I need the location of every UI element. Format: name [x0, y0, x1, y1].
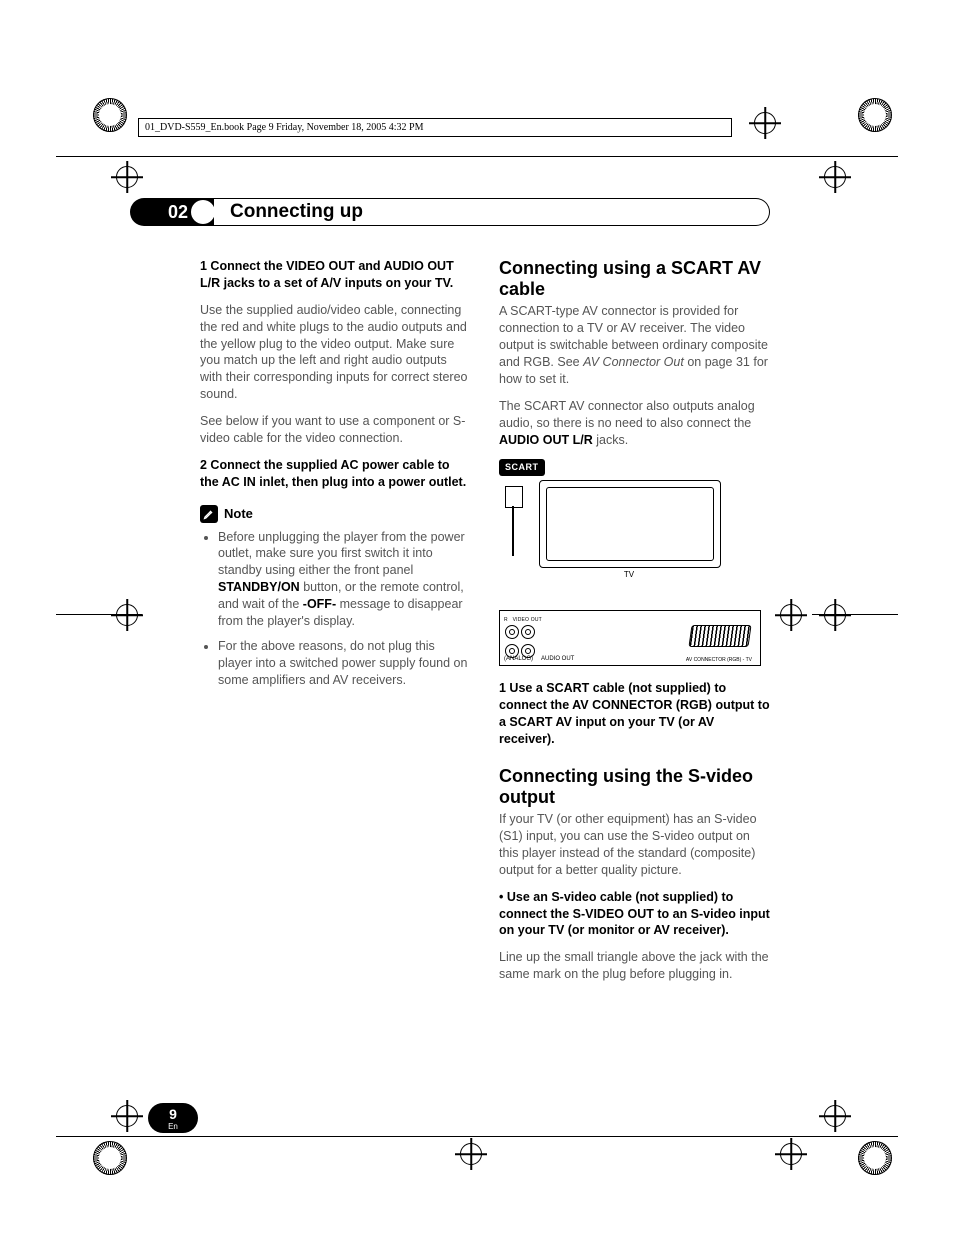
crop-mark-icon — [116, 1105, 138, 1127]
list-item: For the above reasons, do not plug this … — [218, 638, 471, 689]
note1-part-a: Before unplugging the player from the po… — [218, 530, 465, 578]
scart-p2b: jacks. — [593, 433, 628, 447]
chapter-header: 02 Connecting up — [130, 198, 770, 226]
crop-mark-icon — [754, 112, 776, 134]
crop-line — [56, 614, 142, 615]
crop-mark-icon — [116, 166, 138, 188]
scart-p1-em: AV Connector Out — [583, 355, 684, 369]
crop-mark-icon — [116, 604, 138, 626]
svideo-heading: Connecting using the S-video output — [499, 766, 770, 807]
crop-line — [56, 1136, 898, 1137]
chapter-title-wrap: Connecting up — [200, 198, 770, 226]
note1-strong1: STANDBY/ON — [218, 580, 300, 594]
svideo-p2: Line up the small triangle above the jac… — [499, 949, 770, 983]
svideo-bullet: • Use an S-video cable (not supplied) to… — [499, 889, 770, 940]
step1-heading: 1 Connect the VIDEO OUT and AUDIO OUT L/… — [200, 258, 471, 292]
registration-starburst — [858, 98, 892, 132]
scart-badge: SCART — [499, 459, 545, 475]
note-list: Before unplugging the player from the po… — [200, 529, 471, 689]
scart-heading: Connecting using a SCART AV cable — [499, 258, 770, 299]
step2-heading: 2 Connect the supplied AC power cable to… — [200, 457, 471, 491]
step1-below: See below if you want to use a component… — [200, 413, 471, 447]
panel-av-label: AV CONNECTOR (RGB) - TV — [686, 657, 752, 664]
scart-step1: 1 Use a SCART cable (not supplied) to co… — [499, 680, 770, 748]
panel-labels: (ANALOG) AUDIO OUT — [504, 655, 574, 663]
svideo-p1: If your TV (or other equipment) has an S… — [499, 811, 770, 879]
scart-p1: A SCART-type AV connector is provided fo… — [499, 303, 770, 387]
meta-text: 01_DVD-S559_En.book Page 9 Friday, Novem… — [145, 122, 424, 133]
panel-analog-label: (ANALOG) — [504, 655, 533, 663]
crop-mark-icon — [824, 604, 846, 626]
list-item: Before unplugging the player from the po… — [218, 529, 471, 630]
chapter-number: 02 — [168, 202, 188, 223]
note-header: Note — [200, 505, 471, 523]
chapter-title: Connecting up — [230, 201, 363, 223]
crop-mark-icon — [780, 604, 802, 626]
scart-connector-icon — [688, 625, 751, 647]
panel-audio-label: AUDIO OUT — [541, 655, 574, 663]
step1-body: Use the supplied audio/video cable, conn… — [200, 302, 471, 403]
note-label: Note — [224, 505, 253, 523]
left-column: 1 Connect the VIDEO OUT and AUDIO OUT L/… — [200, 258, 471, 993]
tv-label: TV — [539, 570, 719, 581]
registration-starburst — [858, 1141, 892, 1175]
registration-starburst — [93, 98, 127, 132]
crop-mark-icon — [824, 166, 846, 188]
back-panel-icon: R VIDEO OUT (ANALOG) AUDIO OUT AV CONNEC… — [499, 610, 761, 666]
body-columns: 1 Connect the VIDEO OUT and AUDIO OUT L/… — [200, 258, 770, 993]
crop-mark-icon — [460, 1143, 482, 1165]
scart-diagram: SCART TV R VIDEO OUT — [499, 458, 770, 666]
right-column: Connecting using a SCART AV cable A SCAR… — [499, 258, 770, 993]
crop-line — [812, 614, 898, 615]
cable-icon — [499, 486, 529, 586]
crop-mark-icon — [780, 1143, 802, 1165]
note2-text: For the above reasons, do not plug this … — [218, 639, 467, 687]
tv-icon — [539, 480, 721, 568]
scart-p2a: The SCART AV connector also outputs anal… — [499, 399, 755, 430]
document-meta: 01_DVD-S559_En.book Page 9 Friday, Novem… — [138, 118, 732, 137]
crop-line — [56, 156, 898, 157]
scart-p2-strong: AUDIO OUT L/R — [499, 433, 593, 447]
page-number-badge: 9 En — [148, 1103, 198, 1133]
scart-p2: The SCART AV connector also outputs anal… — [499, 398, 770, 449]
crop-mark-icon — [824, 1105, 846, 1127]
page-lang: En — [148, 1123, 198, 1131]
note1-strong2: -OFF- — [303, 597, 336, 611]
page-number: 9 — [169, 1106, 177, 1122]
pencil-icon — [200, 505, 218, 523]
registration-starburst — [93, 1141, 127, 1175]
